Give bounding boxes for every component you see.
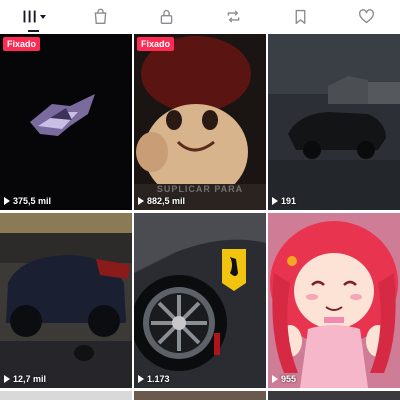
heart-icon [359,9,375,24]
view-count: 12,7 mil [4,374,46,384]
view-count: 375,5 mil [4,196,51,206]
view-count-label: 191 [281,196,297,206]
video-thumbnail[interactable] [268,391,400,400]
tab-reposts[interactable] [200,0,267,33]
pinned-badge: Fixado [137,37,175,51]
tab-private[interactable] [133,0,200,33]
play-icon [272,375,278,383]
video-thumbnail[interactable]: Fixado SUPLICAR PARA 882,5 mil [134,34,266,210]
watermark-text: SUPLICAR PARA [156,184,244,194]
view-count-label: 882,5 mil [147,196,186,206]
grid-icon [23,10,36,23]
play-icon [272,197,278,205]
tab-favorites[interactable] [267,0,334,33]
profile-tab-bar [0,0,400,33]
video-thumbnail[interactable]: 955 [268,213,400,388]
thumbnail-image [268,34,400,210]
video-thumbnail[interactable]: 12,7 mil [0,213,132,388]
shopping-bag-icon [94,8,106,24]
thumbnail-image [268,213,400,388]
view-count: 1.173 [138,374,170,384]
play-icon [4,375,10,383]
tab-videos[interactable] [0,0,67,33]
tab-shop[interactable] [67,0,134,33]
repost-icon [227,10,240,23]
video-thumbnail[interactable] [134,391,266,400]
play-icon [138,197,144,205]
lock-icon [160,9,173,24]
thumbnail-image [0,213,132,388]
video-thumbnail[interactable]: 191 [268,34,400,210]
thumbnail-image [0,34,132,210]
video-thumbnail[interactable]: 1.173 [134,213,266,388]
view-count-label: 955 [281,374,297,384]
thumbnail-image [134,213,266,388]
pinned-badge: Fixado [3,37,41,51]
video-thumbnail[interactable] [0,391,132,400]
play-icon [4,197,10,205]
bookmark-icon [295,9,305,24]
view-count-label: 375,5 mil [13,196,52,206]
video-grid: Fixado 375,5 mil Fixado SUPLICAR PARA 88… [0,34,400,400]
play-icon [138,375,144,383]
view-count: 882,5 mil [138,196,185,206]
view-count: 191 [272,196,296,206]
view-count: 955 [272,374,296,384]
view-count-label: 12,7 mil [13,374,47,384]
active-tab-indicator [28,30,39,32]
video-thumbnail[interactable]: Fixado 375,5 mil [0,34,132,210]
tab-liked[interactable] [333,0,400,33]
view-count-label: 1.173 [147,374,170,384]
chevron-down-icon [39,14,46,19]
